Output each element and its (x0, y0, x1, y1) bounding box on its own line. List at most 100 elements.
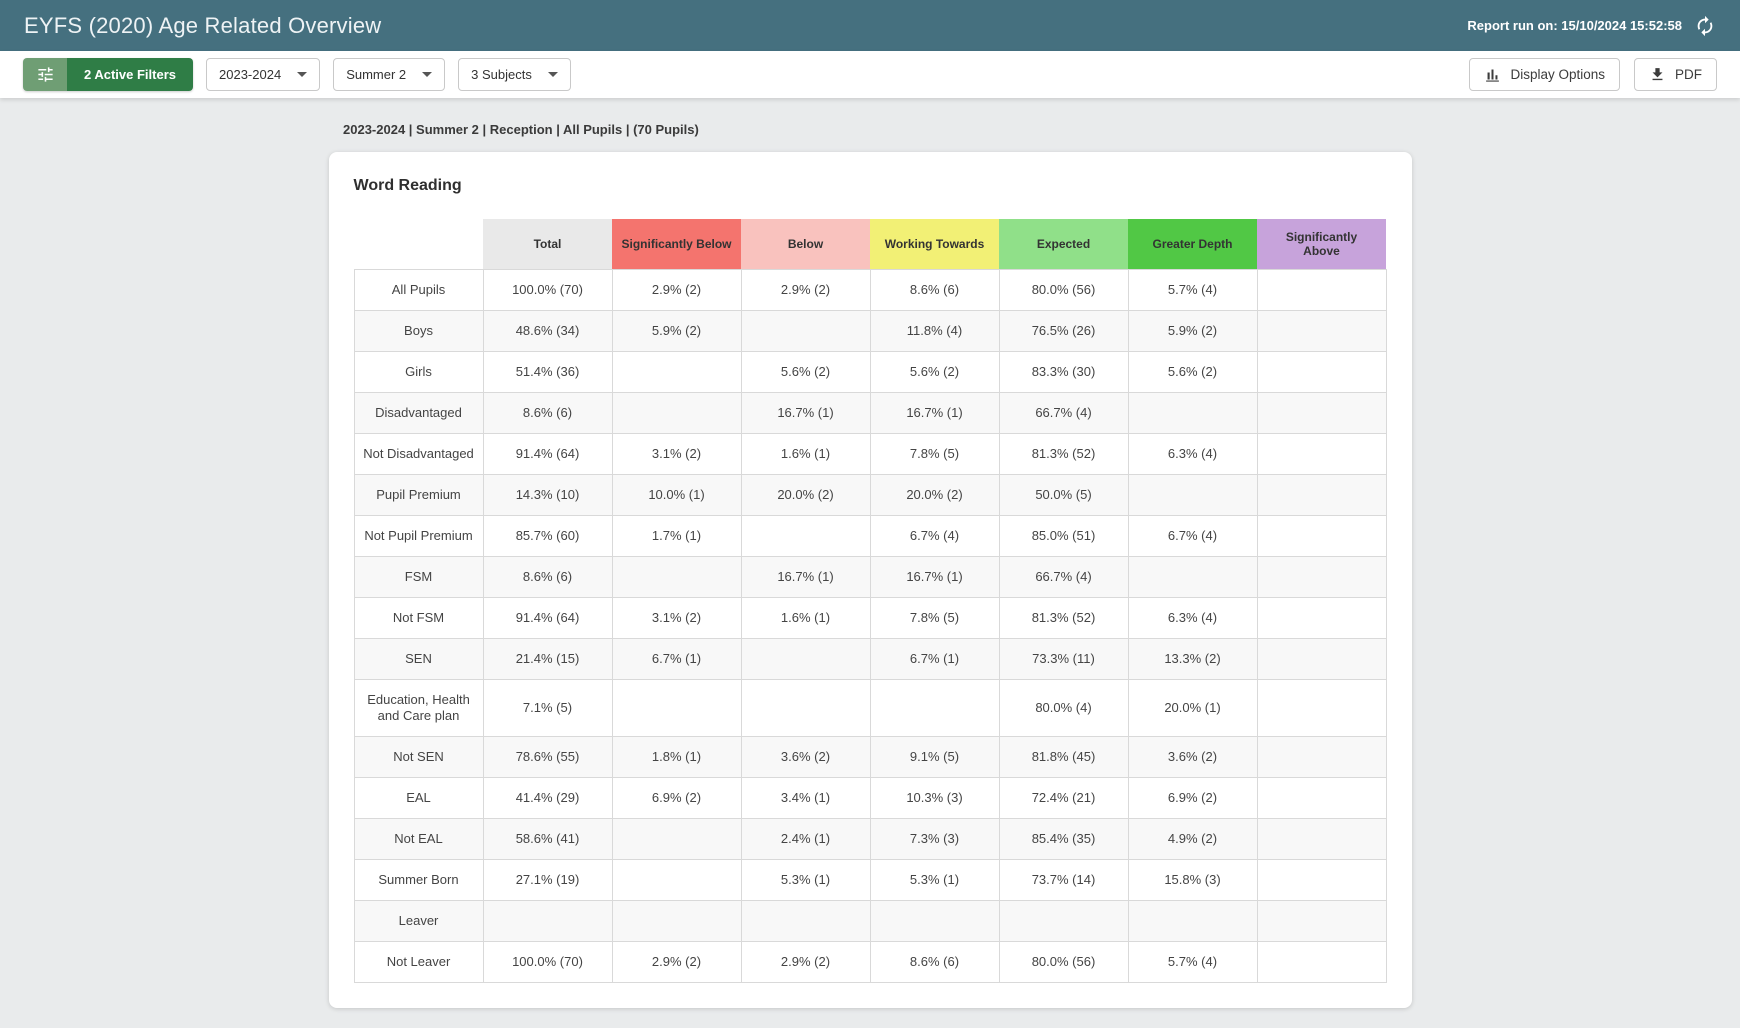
row-label: SEN (354, 638, 483, 679)
data-cell-below: 20.0% (2) (741, 474, 870, 515)
data-cell-total (483, 900, 612, 941)
data-cell-total: 14.3% (10) (483, 474, 612, 515)
row-label: Education, Health and Care plan (354, 679, 483, 736)
term-dropdown[interactable]: Summer 2 (333, 58, 445, 91)
data-cell-below: 3.6% (2) (741, 736, 870, 777)
data-cell-significantly-below (612, 392, 741, 433)
row-label: Not Leaver (354, 941, 483, 982)
bar-chart-icon (1484, 66, 1501, 83)
table-row: EAL41.4% (29)6.9% (2)3.4% (1)10.3% (3)72… (354, 777, 1386, 818)
data-cell-greater-depth: 13.3% (2) (1128, 638, 1257, 679)
data-cell-expected: 50.0% (5) (999, 474, 1128, 515)
data-cell-greater-depth: 6.3% (4) (1128, 597, 1257, 638)
data-cell-significantly-above (1257, 859, 1386, 900)
data-cell-greater-depth: 5.6% (2) (1128, 351, 1257, 392)
data-cell-expected: 80.0% (56) (999, 941, 1128, 982)
data-cell-total: 78.6% (55) (483, 736, 612, 777)
data-cell-working-towards: 10.3% (3) (870, 777, 999, 818)
data-cell-significantly-below (612, 859, 741, 900)
term-dropdown-value: Summer 2 (346, 67, 406, 82)
data-cell-expected: 83.3% (30) (999, 351, 1128, 392)
pdf-button[interactable]: PDF (1634, 58, 1717, 91)
data-cell-working-towards: 5.6% (2) (870, 351, 999, 392)
data-cell-significantly-above (1257, 900, 1386, 941)
data-cell-significantly-below: 2.9% (2) (612, 941, 741, 982)
chevron-down-icon (548, 72, 558, 77)
data-cell-total: 85.7% (60) (483, 515, 612, 556)
data-cell-expected: 66.7% (4) (999, 556, 1128, 597)
data-cell-greater-depth (1128, 392, 1257, 433)
data-cell-significantly-below: 1.8% (1) (612, 736, 741, 777)
data-cell-expected: 66.7% (4) (999, 392, 1128, 433)
subjects-dropdown[interactable]: 3 Subjects (458, 58, 571, 91)
data-cell-significantly-above (1257, 818, 1386, 859)
data-cell-below: 2.9% (2) (741, 269, 870, 310)
data-cell-significantly-above (1257, 269, 1386, 310)
data-cell-greater-depth (1128, 474, 1257, 515)
data-cell-working-towards: 11.8% (4) (870, 310, 999, 351)
table-body: All Pupils100.0% (70)2.9% (2)2.9% (2)8.6… (354, 269, 1386, 982)
data-cell-working-towards: 6.7% (1) (870, 638, 999, 679)
data-cell-expected: 85.0% (51) (999, 515, 1128, 556)
active-filters-button[interactable]: 2 Active Filters (23, 58, 193, 91)
table-row: FSM8.6% (6)16.7% (1)16.7% (1)66.7% (4) (354, 556, 1386, 597)
subject-title: Word Reading (354, 177, 1387, 195)
year-dropdown[interactable]: 2023-2024 (206, 58, 320, 91)
column-header-below: Below (741, 219, 870, 269)
table-row: Disadvantaged8.6% (6)16.7% (1)16.7% (1)6… (354, 392, 1386, 433)
data-cell-below: 2.4% (1) (741, 818, 870, 859)
data-cell-total: 58.6% (41) (483, 818, 612, 859)
data-cell-significantly-below: 10.0% (1) (612, 474, 741, 515)
data-cell-working-towards: 7.8% (5) (870, 433, 999, 474)
pdf-label: PDF (1675, 67, 1702, 82)
data-cell-working-towards: 8.6% (6) (870, 941, 999, 982)
report-run-timestamp: Report run on: 15/10/2024 15:52:58 (1467, 18, 1682, 33)
breadcrumb: 2023-2024 | Summer 2 | Reception | All P… (343, 122, 1740, 137)
row-label: Boys (354, 310, 483, 351)
data-cell-below (741, 515, 870, 556)
data-cell-significantly-above (1257, 679, 1386, 736)
data-cell-below (741, 900, 870, 941)
data-cell-significantly-above (1257, 638, 1386, 679)
data-cell-total: 48.6% (34) (483, 310, 612, 351)
data-cell-below: 16.7% (1) (741, 556, 870, 597)
data-cell-significantly-above (1257, 433, 1386, 474)
data-cell-expected: 81.3% (52) (999, 597, 1128, 638)
row-label: Not EAL (354, 818, 483, 859)
table-row: Not Pupil Premium85.7% (60)1.7% (1)6.7% … (354, 515, 1386, 556)
column-header-greater-depth: Greater Depth (1128, 219, 1257, 269)
display-options-button[interactable]: Display Options (1469, 58, 1620, 91)
data-cell-working-towards (870, 679, 999, 736)
data-cell-working-towards: 7.3% (3) (870, 818, 999, 859)
table-row: Not SEN78.6% (55)1.8% (1)3.6% (2)9.1% (5… (354, 736, 1386, 777)
data-cell-greater-depth: 15.8% (3) (1128, 859, 1257, 900)
data-cell-below: 3.4% (1) (741, 777, 870, 818)
refresh-icon[interactable] (1694, 15, 1716, 37)
row-label: EAL (354, 777, 483, 818)
data-cell-total: 51.4% (36) (483, 351, 612, 392)
data-cell-significantly-below (612, 556, 741, 597)
data-cell-greater-depth: 20.0% (1) (1128, 679, 1257, 736)
data-cell-total: 8.6% (6) (483, 392, 612, 433)
data-cell-significantly-above (1257, 515, 1386, 556)
data-cell-greater-depth: 5.9% (2) (1128, 310, 1257, 351)
column-header-significantly-below: Significantly Below (612, 219, 741, 269)
corner-cell (354, 219, 483, 269)
filter-sliders-icon (23, 58, 67, 91)
top-app-bar: EYFS (2020) Age Related Overview Report … (0, 0, 1740, 51)
data-cell-working-towards: 7.8% (5) (870, 597, 999, 638)
data-cell-significantly-above (1257, 941, 1386, 982)
row-label: Pupil Premium (354, 474, 483, 515)
data-cell-total: 91.4% (64) (483, 597, 612, 638)
data-cell-expected: 73.3% (11) (999, 638, 1128, 679)
data-cell-working-towards: 20.0% (2) (870, 474, 999, 515)
data-cell-significantly-above (1257, 474, 1386, 515)
column-header-expected: Expected (999, 219, 1128, 269)
data-cell-greater-depth (1128, 556, 1257, 597)
table-row: Girls51.4% (36) 5.6% (2) 5.6% (2)83.3% (30… (354, 351, 1386, 392)
active-filters-label: 2 Active Filters (67, 58, 193, 91)
data-cell-working-towards (870, 900, 999, 941)
row-label: Girls (354, 351, 483, 392)
data-cell-working-towards: 16.7% (1) (870, 392, 999, 433)
data-cell-expected: 81.8% (45) (999, 736, 1128, 777)
